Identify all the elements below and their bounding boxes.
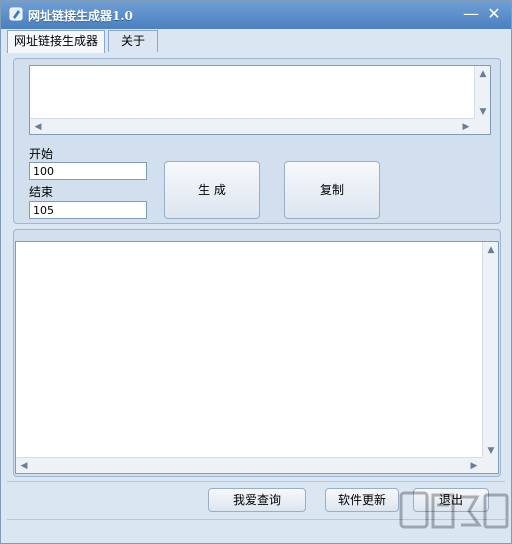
scroll-right-icon[interactable]: ▶ — [466, 458, 482, 474]
watermark-logo — [399, 491, 509, 529]
tab-link-generator[interactable]: 网址链接生成器 — [7, 30, 105, 53]
horizontal-scrollbar[interactable]: ◀ ▶ — [30, 118, 474, 134]
query-button[interactable]: 我爱查询 — [208, 488, 306, 512]
generate-button[interactable]: 生 成 — [164, 161, 260, 219]
scroll-up-icon[interactable]: ▲ — [483, 242, 499, 258]
window-title: 网址链接生成器1.0 — [28, 9, 133, 23]
tab-about[interactable]: 关于 — [108, 30, 158, 52]
scroll-right-icon[interactable]: ▶ — [458, 119, 474, 135]
scroll-left-icon[interactable]: ◀ — [30, 119, 46, 135]
update-button[interactable]: 软件更新 — [325, 488, 399, 512]
copy-button[interactable]: 复制 — [284, 161, 380, 219]
output-vertical-scrollbar[interactable]: ▲ ▼ — [482, 242, 498, 459]
pencil-icon — [9, 7, 23, 21]
end-input[interactable] — [29, 201, 147, 219]
output-horizontal-scrollbar[interactable]: ◀ ▶ — [16, 457, 482, 473]
title-bar[interactable]: 网址链接生成器1.0 — ✕ — [1, 1, 511, 29]
url-template-textarea[interactable]: ▲ ▼ ◀ ▶ — [29, 65, 491, 135]
scroll-left-icon[interactable]: ◀ — [16, 458, 32, 474]
scroll-up-icon[interactable]: ▲ — [475, 66, 491, 82]
app-window: 网址链接生成器1.0 — ✕ 网址链接生成器 关于 ▲ ▼ ◀ ▶ 开始 结束 … — [0, 0, 512, 544]
output-textarea[interactable]: ▲ ▼ ◀ ▶ — [15, 241, 499, 474]
end-label: 结束 — [29, 185, 54, 199]
scroll-corner — [482, 457, 498, 473]
start-label: 开始 — [29, 147, 54, 161]
vertical-scrollbar[interactable]: ▲ ▼ — [474, 66, 490, 120]
divider — [7, 481, 505, 482]
close-button[interactable]: ✕ — [486, 6, 502, 22]
scroll-corner — [474, 118, 490, 134]
start-input[interactable] — [29, 162, 147, 180]
minimize-button[interactable]: — — [463, 6, 479, 22]
